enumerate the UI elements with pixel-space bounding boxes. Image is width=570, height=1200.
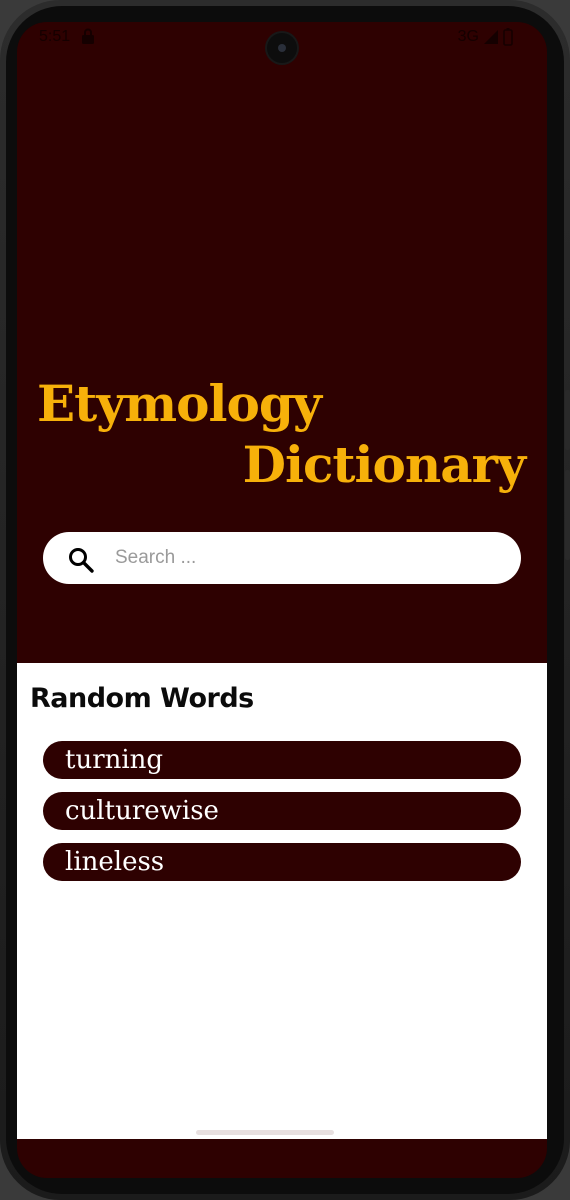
random-word-item[interactable]: turning (43, 741, 521, 779)
power-button (565, 470, 570, 560)
app-screen: 5:51 3G Etymology Dictionary Search ... … (17, 22, 547, 1178)
front-camera (267, 33, 297, 63)
signal-icon (484, 30, 498, 44)
random-words-list: turning culturewise lineless (43, 741, 521, 894)
status-indicators: 3G (458, 28, 513, 46)
phone-frame: 5:51 3G Etymology Dictionary Search ... … (0, 0, 570, 1200)
gesture-nav-handle[interactable] (196, 1130, 334, 1135)
volume-button (565, 390, 570, 450)
status-time: 5:51 (39, 28, 71, 45)
network-type: 3G (457, 28, 479, 45)
app-title-line2: Dictionary (242, 435, 526, 494)
app-title-line1: Etymology (37, 374, 322, 433)
search-bar[interactable] (43, 532, 521, 584)
battery-icon (503, 28, 513, 46)
random-words-heading: Random Words (30, 683, 254, 714)
search-icon[interactable] (67, 546, 95, 574)
search-input[interactable] (115, 544, 495, 572)
random-word-label: turning (65, 745, 164, 775)
random-words-panel: Random Words turning culturewise lineles… (17, 663, 547, 1139)
lock-icon (82, 28, 94, 44)
random-word-item[interactable]: lineless (43, 843, 521, 881)
random-word-label: lineless (65, 847, 165, 877)
random-word-label: culturewise (65, 796, 219, 826)
random-word-item[interactable]: culturewise (43, 792, 521, 830)
